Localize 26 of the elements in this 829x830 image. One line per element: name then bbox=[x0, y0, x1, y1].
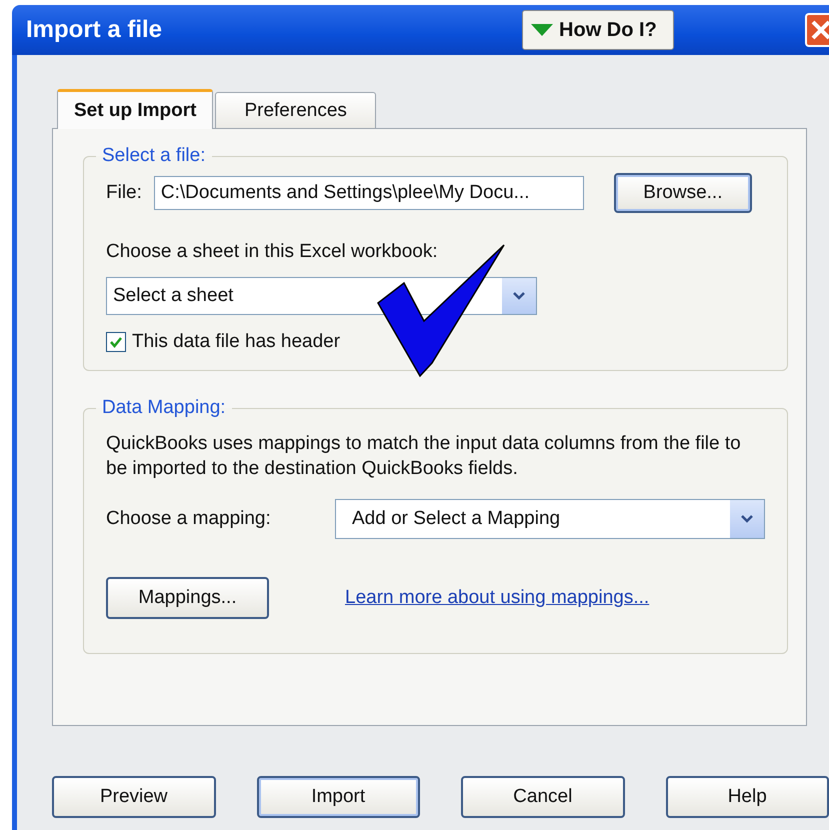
field-label: Choose a sheet in this Excel workbook: bbox=[106, 241, 439, 263]
caret-icon bbox=[531, 23, 554, 37]
tick-icon bbox=[109, 335, 123, 349]
window-title: Import a file bbox=[26, 16, 162, 44]
chevron-down-icon bbox=[512, 291, 526, 301]
checkbox-label: This data file has header bbox=[132, 331, 340, 353]
field-label: File: bbox=[106, 182, 142, 204]
group-title: Select a file: bbox=[101, 145, 206, 167]
dialog-button[interactable]: Help bbox=[666, 776, 829, 818]
chevron-down-icon bbox=[740, 514, 754, 524]
mapping-dropdown[interactable]: Add or Select a Mapping bbox=[335, 499, 765, 539]
learn-more-link[interactable]: Learn more about using mappings... bbox=[345, 587, 650, 609]
field-label: Choose a mapping: bbox=[106, 508, 271, 530]
tab[interactable]: Preferences bbox=[215, 92, 376, 128]
close-button[interactable] bbox=[805, 13, 829, 47]
dialog-button[interactable]: Import bbox=[256, 776, 420, 818]
checkbox[interactable] bbox=[106, 332, 126, 352]
mappings-button[interactable]: Mappings... bbox=[106, 577, 269, 619]
tab[interactable]: Set up Import bbox=[57, 89, 214, 129]
description-text: QuickBooks uses mappings to match the input data columns from the file to be imported to the destination QuickBooks fields. bbox=[106, 432, 742, 481]
file-path-field[interactable]: C:\Documents and Settings\plee\My Docu... bbox=[154, 176, 584, 210]
group-title: Data Mapping: bbox=[101, 397, 227, 419]
how-do-i-button[interactable]: How Do I? bbox=[522, 10, 674, 50]
dialog-button[interactable]: Cancel bbox=[461, 776, 624, 818]
dialog-button[interactable]: Preview bbox=[52, 776, 216, 818]
browse-button[interactable]: Browse... bbox=[614, 173, 752, 213]
